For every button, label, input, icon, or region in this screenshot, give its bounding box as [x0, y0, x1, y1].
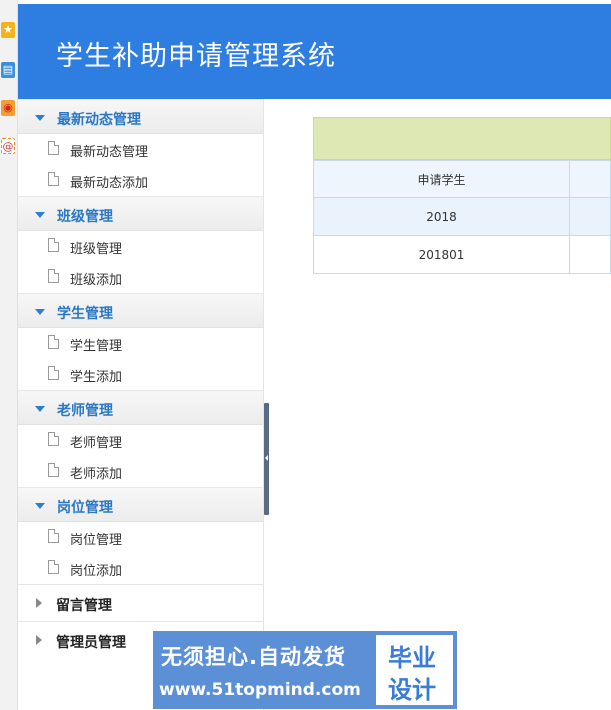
- sidebar-group-post[interactable]: 岗位管理: [18, 487, 263, 522]
- file-icon: [48, 269, 59, 283]
- app-header: 学生补助申请管理系统: [18, 4, 611, 99]
- sidebar-item-label: 岗位管理: [70, 533, 123, 548]
- star-icon[interactable]: ★: [1, 22, 15, 38]
- sidebar-group-student[interactable]: 学生管理: [18, 293, 263, 328]
- caret-right-icon: [36, 635, 42, 645]
- table-cell: [569, 235, 611, 274]
- sidebar-item-label: 最新动态管理: [70, 145, 149, 160]
- panel-header-bar: [313, 117, 611, 160]
- sidebar-item-post-add[interactable]: 岗位添加: [18, 553, 263, 584]
- watermark-badge: 毕业 设计: [376, 635, 453, 705]
- table-row[interactable]: 2018: [313, 197, 611, 236]
- watermark-url: www.51topmind.com: [159, 680, 361, 700]
- sidebar-group-label: 岗位管理: [57, 500, 113, 516]
- file-icon: [48, 560, 59, 574]
- watermark-banner: 无须担心.自动发货 www.51topmind.com 毕业 设计: [153, 631, 457, 709]
- sidebar-item-news-manage[interactable]: 最新动态管理: [18, 134, 263, 165]
- file-icon: [48, 463, 59, 477]
- sidebar-item-student-manage[interactable]: 学生管理: [18, 328, 263, 359]
- sidebar-group-label: 老师管理: [57, 403, 113, 419]
- sidebar-group-news[interactable]: 最新动态管理: [18, 99, 263, 134]
- watermark-badge-line2: 设计: [388, 676, 436, 704]
- sidebar-item-teacher-manage[interactable]: 老师管理: [18, 425, 263, 456]
- sidebar-item-label: 班级添加: [70, 273, 123, 288]
- sidebar-item-label: 班级管理: [70, 242, 123, 257]
- sidebar-group-label: 班级管理: [57, 209, 113, 225]
- file-icon: [48, 238, 59, 252]
- file-icon: [48, 141, 59, 155]
- caret-down-icon: [35, 309, 45, 315]
- sidebar-item-label: 老师添加: [70, 467, 123, 482]
- sidebar-item-class-add[interactable]: 班级添加: [18, 262, 263, 293]
- sidebar-group-label: 最新动态管理: [57, 112, 141, 128]
- file-icon: [48, 172, 59, 186]
- sidebar-item-label: 学生管理: [70, 339, 123, 354]
- watermark-line1: 无须担心.自动发货: [161, 645, 346, 669]
- caret-down-icon: [35, 503, 45, 509]
- sidebar-item-teacher-add[interactable]: 老师添加: [18, 456, 263, 487]
- table-cell: 2018: [313, 197, 570, 236]
- sidebar-group-label: 留言管理: [56, 598, 112, 614]
- watermark-badge-line1: 毕业: [388, 644, 436, 672]
- sidebar-item-news-add[interactable]: 最新动态添加: [18, 165, 263, 196]
- app-title: 学生补助申请管理系统: [56, 41, 336, 72]
- sidebar-item-label: 岗位添加: [70, 564, 123, 579]
- watermark-text-area: 无须担心.自动发货 www.51topmind.com: [153, 631, 376, 709]
- sidebar: 最新动态管理 最新动态管理 最新动态添加 班级管理 班级管理 班级添加 学生管理: [18, 99, 264, 710]
- file-icon: [48, 366, 59, 380]
- sidebar-item-label: 学生添加: [70, 370, 123, 385]
- sidebar-group-class[interactable]: 班级管理: [18, 196, 263, 231]
- file-icon: [48, 529, 59, 543]
- sidebar-group-label: 管理员管理: [56, 635, 126, 651]
- data-table: 申请学生 2018 201801: [313, 160, 611, 274]
- column-header-next: [569, 160, 611, 198]
- sidebar-group-label: 学生管理: [57, 306, 113, 322]
- sidebar-group-teacher[interactable]: 老师管理: [18, 390, 263, 425]
- sidebar-collapse-handle[interactable]: [264, 403, 269, 515]
- sidebar-item-label: 最新动态添加: [70, 176, 149, 191]
- sidebar-item-post-manage[interactable]: 岗位管理: [18, 522, 263, 553]
- at-icon[interactable]: @: [1, 138, 15, 154]
- browser-side-strip: ★ ▤ ◉ @: [0, 0, 18, 710]
- caret-right-icon: [36, 598, 42, 608]
- table-row[interactable]: 201801: [313, 235, 611, 274]
- column-header-student[interactable]: 申请学生: [313, 160, 570, 198]
- weibo-icon[interactable]: ◉: [1, 100, 15, 116]
- document-icon[interactable]: ▤: [1, 62, 15, 78]
- sidebar-group-message[interactable]: 留言管理: [18, 584, 263, 621]
- sidebar-item-label: 老师管理: [70, 436, 123, 451]
- table-cell: 201801: [313, 235, 570, 274]
- sidebar-item-student-add[interactable]: 学生添加: [18, 359, 263, 390]
- file-icon: [48, 432, 59, 446]
- caret-down-icon: [35, 406, 45, 412]
- file-icon: [48, 335, 59, 349]
- caret-down-icon: [35, 115, 45, 121]
- table-cell: [569, 197, 611, 236]
- caret-down-icon: [35, 212, 45, 218]
- sidebar-item-class-manage[interactable]: 班级管理: [18, 231, 263, 262]
- app-window: ★ ▤ ◉ @ 学生补助申请管理系统 最新动态管理 最新动态管理 最新动态添加 …: [0, 0, 611, 710]
